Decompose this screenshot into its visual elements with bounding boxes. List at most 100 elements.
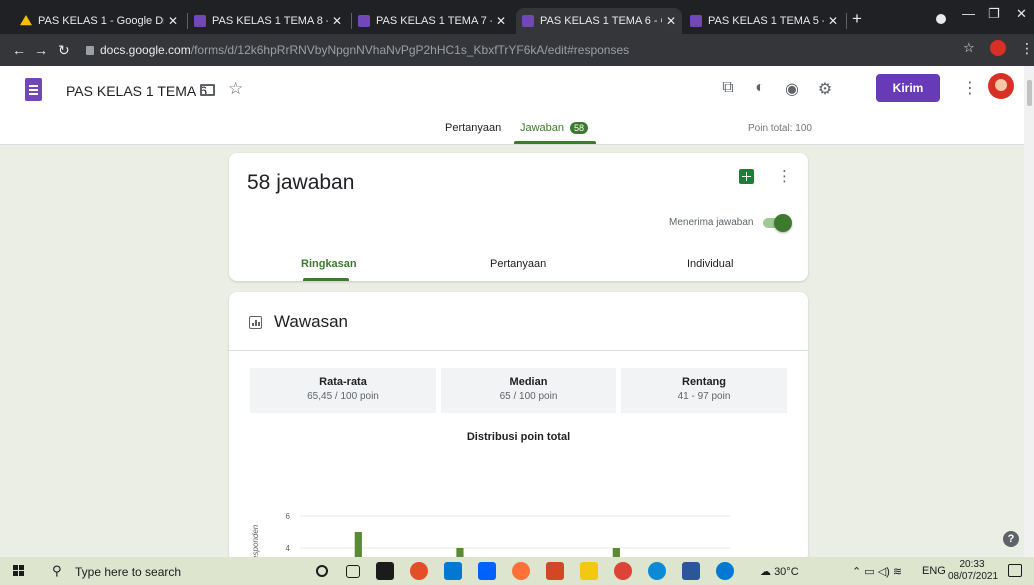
y-tick-label: 4 xyxy=(286,544,291,553)
scrollbar-thumb[interactable] xyxy=(1027,80,1032,106)
taskbar-clock[interactable]: 20:33 08/07/2021 xyxy=(948,559,998,583)
browser-tab-tema8[interactable]: PAS KELAS 1 TEMA 8 - Googl ✕ xyxy=(188,8,348,34)
addon-puzzle-icon[interactable]: ⧉ xyxy=(718,79,738,97)
close-icon[interactable]: ✕ xyxy=(168,14,178,28)
folder-icon[interactable] xyxy=(200,84,215,96)
forms-header: PAS KELAS 1 TEMA 6 ☆ ⧉ ◐ ◉ ⚙ Kirim ⋮ Per… xyxy=(0,66,1024,145)
subtab-question[interactable]: Pertanyaan xyxy=(490,258,546,270)
edge-icon[interactable] xyxy=(648,562,666,580)
url-path: /forms/d/12k6hpRrRNVbyNpgnNVhaNvPgP2hHC1… xyxy=(190,43,630,57)
points-total: Poin total: 100 xyxy=(748,123,812,134)
settings-gear-icon[interactable]: ⚙ xyxy=(815,79,835,99)
close-icon[interactable]: ✕ xyxy=(666,14,676,28)
file-explorer-icon[interactable] xyxy=(580,562,598,580)
tab-title: PAS KELAS 1 TEMA 8 - Googl xyxy=(212,15,328,27)
more-options-icon[interactable]: ⋮ xyxy=(777,167,792,185)
powerpoint-icon[interactable] xyxy=(546,562,564,580)
active-tab-indicator xyxy=(514,141,596,144)
insights-title: Wawasan xyxy=(274,312,349,331)
browser-tab-tema5[interactable]: PAS KELAS 1 TEMA 5 - Googl ✕ xyxy=(684,8,844,34)
responses-count: 58 jawaban xyxy=(247,171,355,194)
store-icon[interactable] xyxy=(376,562,394,580)
tab-divider xyxy=(846,13,847,29)
forward-arrow-icon[interactable]: → xyxy=(34,42,48,58)
lock-icon xyxy=(86,46,94,55)
taskbar-search[interactable]: ⚲ Type here to search xyxy=(38,559,298,583)
stat-average: Rata-rata 65,45 / 100 poin xyxy=(250,368,436,413)
help-app-icon[interactable] xyxy=(716,562,734,580)
form-title[interactable]: PAS KELAS 1 TEMA 6 xyxy=(66,83,207,99)
browser-toolbar: ← → ↻ docs.google.com/forms/d/12k6hpRrRN… xyxy=(0,34,1034,66)
tab-title: PAS KELAS 1 TEMA 6 - Googl xyxy=(540,15,662,27)
system-tray-icons[interactable]: ⌃ ▭ ◁) ≋ xyxy=(852,565,902,578)
firefox-icon[interactable] xyxy=(512,562,530,580)
send-button[interactable]: Kirim xyxy=(876,74,940,102)
accepting-responses-label: Menerima jawaban xyxy=(669,217,754,228)
subtab-individual[interactable]: Individual xyxy=(687,258,733,270)
subtab-summary[interactable]: Ringkasan xyxy=(301,258,357,270)
profile-indicator-icon[interactable] xyxy=(936,14,946,24)
tab-responses-label: Jawaban xyxy=(520,122,565,134)
weather-temp: 30°C xyxy=(774,566,799,578)
language-indicator[interactable]: ENG xyxy=(922,565,946,577)
bookmark-star-icon[interactable]: ☆ xyxy=(963,40,975,56)
browser-tab-drive[interactable]: PAS KELAS 1 - Google Drive ✕ xyxy=(14,8,184,34)
close-icon[interactable]: ✕ xyxy=(496,14,506,28)
page-scrollbar[interactable] xyxy=(1024,66,1034,557)
close-icon[interactable]: ✕ xyxy=(828,14,838,28)
drive-icon xyxy=(20,15,32,26)
flash-icon[interactable] xyxy=(410,562,428,580)
browser-tab-tema6[interactable]: PAS KELAS 1 TEMA 6 - Googl ✕ xyxy=(516,8,682,34)
close-icon[interactable]: ✕ xyxy=(332,14,342,28)
forms-icon xyxy=(522,15,534,27)
weather-icon: ☁ xyxy=(760,566,775,578)
tab-title: PAS KELAS 1 - Google Drive xyxy=(38,15,164,27)
google-forms-logo-icon[interactable] xyxy=(25,78,42,101)
palette-icon[interactable]: ◐ xyxy=(750,79,770,97)
browser-tab-tema7[interactable]: PAS KELAS 1 TEMA 7 - Googl ✕ xyxy=(352,8,512,34)
windows-start-icon[interactable] xyxy=(13,565,25,577)
weather-widget[interactable]: ☁ 30°C xyxy=(760,565,799,578)
close-window-button[interactable]: ✕ xyxy=(1016,6,1027,22)
task-view-icon[interactable] xyxy=(346,565,360,578)
word-icon[interactable] xyxy=(682,562,700,580)
reload-icon[interactable]: ↻ xyxy=(58,42,70,59)
back-arrow-icon[interactable]: ← xyxy=(12,42,26,58)
windows-taskbar: ⚲ Type here to search ☁ 30°C ⌃ ▭ ◁) ≋ EN… xyxy=(0,557,1034,585)
user-avatar[interactable] xyxy=(988,73,1014,99)
chrome-icon[interactable] xyxy=(614,562,632,580)
forms-icon xyxy=(194,15,206,27)
help-button[interactable]: ? xyxy=(1003,531,1019,547)
browser-menu-icon[interactable]: ⋮ xyxy=(1020,40,1034,57)
tab-responses[interactable]: Jawaban 58 xyxy=(520,122,589,134)
responses-summary-card: 58 jawaban ⋮ Menerima jawaban Ringkasan … xyxy=(229,153,808,281)
stat-label: Median xyxy=(509,376,548,388)
stat-range: Rentang 41 - 97 poin xyxy=(621,368,787,413)
minimize-button[interactable]: — xyxy=(962,6,975,21)
search-icon: ⚲ xyxy=(52,563,62,578)
forms-icon xyxy=(690,15,702,27)
dropbox-icon[interactable] xyxy=(478,562,496,580)
points-distribution-chart: # responden246 xyxy=(251,512,730,562)
browser-tab-strip: PAS KELAS 1 - Google Drive ✕ PAS KELAS 1… xyxy=(0,0,1034,34)
toggle-thumb[interactable] xyxy=(774,214,792,232)
mail-icon[interactable] xyxy=(444,562,462,580)
google-sheets-icon[interactable] xyxy=(739,169,754,184)
preview-eye-icon[interactable]: ◉ xyxy=(782,79,802,99)
clock-time: 20:33 xyxy=(959,559,985,570)
browser-profile-avatar[interactable] xyxy=(990,40,1006,56)
stat-value: 41 - 97 poin xyxy=(677,391,731,402)
insights-chart-icon xyxy=(249,316,262,329)
cortana-icon[interactable] xyxy=(316,565,328,577)
star-icon[interactable]: ☆ xyxy=(228,79,243,99)
tab-questions[interactable]: Pertanyaan xyxy=(445,122,501,134)
notification-icon[interactable] xyxy=(1008,564,1022,577)
address-bar[interactable]: docs.google.com/forms/d/12k6hpRrRNVbyNpg… xyxy=(86,39,941,61)
restore-button[interactable]: ❐ xyxy=(988,6,1000,22)
stat-label: Rentang xyxy=(682,376,726,388)
forms-icon xyxy=(358,15,370,27)
insights-card: Wawasan Rata-rata 65,45 / 100 poin Media… xyxy=(229,292,808,562)
tab-title: PAS KELAS 1 TEMA 5 - Googl xyxy=(708,15,824,27)
new-tab-button[interactable]: + xyxy=(852,9,862,29)
more-options-icon[interactable]: ⋮ xyxy=(962,78,978,98)
